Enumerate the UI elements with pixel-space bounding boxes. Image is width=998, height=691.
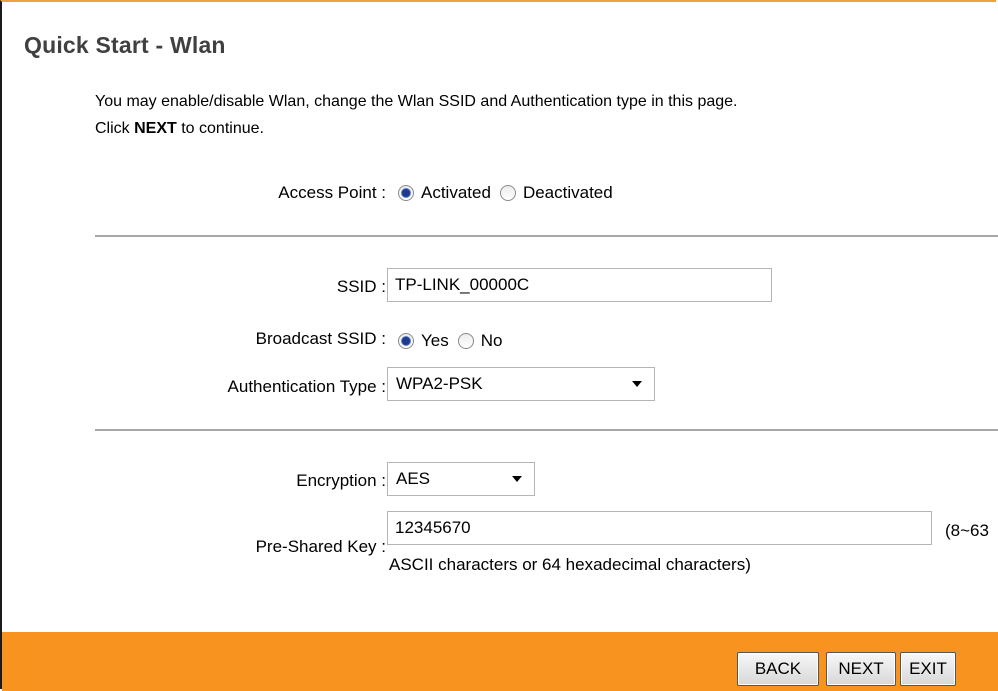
access-point-radio-group: Activated Deactivated [398, 183, 613, 203]
intro-line-2: Click NEXT to continue. [95, 115, 985, 142]
access-point-deactivated-label[interactable]: Deactivated [523, 183, 613, 203]
ssid-input[interactable]: TP-LINK_00000C [387, 268, 772, 302]
broadcast-ssid-yes-radio[interactable] [398, 333, 414, 349]
page-title: Quick Start - Wlan [24, 32, 226, 58]
access-point-activated-label[interactable]: Activated [421, 183, 491, 203]
divider-2 [95, 429, 998, 431]
psk-hint-2: ASCII characters or 64 hexadecimal chara… [389, 555, 751, 574]
exit-button[interactable]: EXIT [900, 652, 956, 686]
broadcast-ssid-no-label[interactable]: No [481, 331, 503, 351]
pre-shared-key-label: Pre-Shared Key : [255, 537, 386, 556]
encryption-value: AES [396, 469, 431, 488]
divider-1 [95, 235, 998, 237]
pre-shared-key-input[interactable]: 12345670 [387, 511, 932, 545]
access-point-deactivated-radio[interactable] [499, 185, 516, 201]
intro-prefix: Click [95, 120, 135, 137]
authentication-type-value: WPA2-PSK [396, 374, 483, 393]
access-point-label: Access Point : [278, 183, 386, 202]
broadcast-ssid-no-radio[interactable] [457, 333, 474, 349]
psk-hint-1: (8~63 [945, 521, 989, 540]
ssid-label: SSID : [336, 277, 386, 296]
intro-line-1: You may enable/disable Wlan, change the … [95, 93, 738, 110]
chevron-down-icon [632, 381, 642, 387]
broadcast-ssid-yes-label[interactable]: Yes [421, 331, 449, 351]
authentication-type-label: Authentication Type : [227, 377, 386, 396]
intro-text: You may enable/disable Wlan, change the … [95, 88, 985, 142]
chevron-down-icon [512, 476, 522, 482]
access-point-activated-radio[interactable] [398, 185, 414, 201]
next-button[interactable]: NEXT [826, 652, 896, 686]
back-button[interactable]: BACK [737, 652, 819, 686]
authentication-type-select[interactable]: WPA2-PSK [387, 367, 655, 401]
broadcast-ssid-label: Broadcast SSID : [255, 329, 386, 348]
encryption-select[interactable]: AES [387, 462, 535, 496]
encryption-label: Encryption : [296, 471, 386, 490]
broadcast-ssid-radio-group: Yes No [398, 331, 502, 351]
intro-suffix: to continue. [176, 120, 264, 137]
intro-next-bold: NEXT [134, 120, 177, 137]
